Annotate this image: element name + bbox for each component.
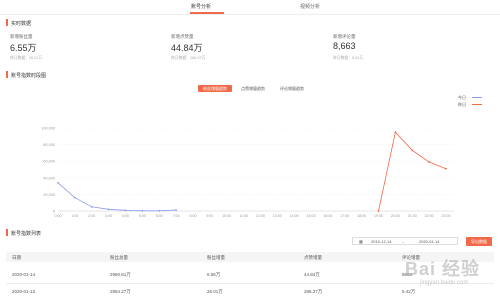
x-tick-label: 10:00 xyxy=(222,214,231,218)
y-tick-label: 40,000 xyxy=(43,176,55,180)
x-tick-label: 9:00 xyxy=(206,214,213,218)
cell-date: 2020-01-14 xyxy=(12,272,36,277)
x-tick-label: 12:00 xyxy=(256,214,265,218)
calendar-icon: ▦ xyxy=(359,239,363,244)
x-tick-label: 22:00 xyxy=(425,214,434,218)
y-tick-label: 0 xyxy=(53,210,55,214)
cell-likes-increase: 286.37万 xyxy=(304,289,323,294)
x-tick-label: 20:00 xyxy=(391,214,400,218)
cell-date: 2020-01-13 xyxy=(12,289,36,294)
x-tick-label: 5:00 xyxy=(139,214,146,218)
cell-total-fans: 2960.81万 xyxy=(110,272,131,277)
data-point xyxy=(377,210,380,212)
series-line xyxy=(57,182,177,212)
list-title: 账号指数列表 xyxy=(11,231,42,237)
x-tick-label: 1:00 xyxy=(71,214,78,218)
col-fans-increase: 粉丝增量 xyxy=(207,255,225,260)
x-tick-label: 23:00 xyxy=(442,214,451,218)
baidu-watermark: Bai 经验 xyxy=(405,259,481,279)
y-tick-label: 100,000 xyxy=(41,127,55,131)
x-tick-label: 0:00 xyxy=(55,214,62,218)
data-point xyxy=(90,205,93,208)
cell-fans-increase: 26.01万 xyxy=(207,289,223,294)
data-point xyxy=(124,209,127,212)
section-marker xyxy=(6,229,8,236)
baidu-watermark-url: jingyan.baidu.com xyxy=(420,280,469,286)
x-tick-label: 15:00 xyxy=(307,214,316,218)
x-tick-label: 4:00 xyxy=(122,214,129,218)
x-tick-label: 3:00 xyxy=(105,214,112,218)
series-line xyxy=(378,131,447,212)
data-point xyxy=(141,209,144,212)
y-tick-label: 60,000 xyxy=(43,160,55,164)
cell-total-fans: 2954.27万 xyxy=(110,289,131,294)
cell-fans-increase: 6.55万 xyxy=(207,272,221,277)
data-point xyxy=(107,208,110,211)
date-end[interactable]: 2020-01-14 xyxy=(419,238,439,246)
date-range-picker[interactable]: ▦ 2019-12-14 → 2020-01-14 xyxy=(352,237,458,245)
data-point xyxy=(445,167,447,170)
y-tick-label: 20,000 xyxy=(43,193,55,197)
x-tick-label: 14:00 xyxy=(290,214,299,218)
x-tick-label: 6:00 xyxy=(156,214,163,218)
x-tick-label: 21:00 xyxy=(408,214,417,218)
x-tick-label: 18:00 xyxy=(357,214,366,218)
export-data-button[interactable]: 导出数据 xyxy=(466,237,492,246)
cell-likes-increase: 44.84万 xyxy=(304,272,320,277)
x-tick-label: 2:00 xyxy=(88,214,95,218)
x-tick-label: 8:00 xyxy=(189,214,196,218)
x-tick-label: 16:00 xyxy=(323,214,332,218)
x-tick-label: 19:00 xyxy=(374,214,383,218)
cell-comments-increase: 5.42万 xyxy=(402,289,416,294)
data-point xyxy=(394,131,397,134)
data-point xyxy=(411,149,414,152)
date-start[interactable]: 2019-12-14 xyxy=(371,238,391,246)
y-tick-label: 80,000 xyxy=(43,143,55,147)
x-tick-label: 17:00 xyxy=(340,214,349,218)
data-point xyxy=(57,181,59,184)
col-total-fans: 粉丝总量 xyxy=(110,255,128,260)
data-point xyxy=(73,196,76,199)
data-point xyxy=(428,161,431,163)
x-tick-label: 7:00 xyxy=(173,214,180,218)
x-tick-label: 11:00 xyxy=(239,214,248,218)
x-tick-label: 13:00 xyxy=(273,214,282,218)
date-separator: → xyxy=(401,239,405,244)
col-likes-increase: 点赞增量 xyxy=(304,255,322,260)
data-point xyxy=(158,209,161,212)
data-point xyxy=(175,209,177,211)
col-date: 日期 xyxy=(12,255,21,260)
